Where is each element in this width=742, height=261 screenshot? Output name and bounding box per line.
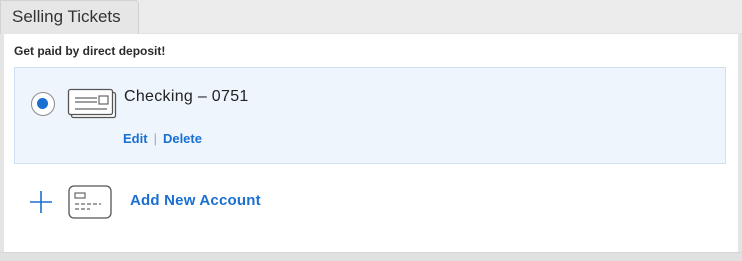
account-card[interactable]: Checking – 0751 Edit | Delete bbox=[14, 67, 726, 164]
section-subtitle: Get paid by direct deposit! bbox=[14, 44, 166, 58]
payout-panel: Get paid by direct deposit! Checking – 0… bbox=[4, 34, 738, 252]
account-actions: Edit | Delete bbox=[123, 131, 202, 146]
delete-link[interactable]: Delete bbox=[163, 131, 202, 146]
card-icon bbox=[68, 185, 112, 224]
plus-icon[interactable] bbox=[29, 190, 53, 219]
account-name: Checking – 0751 bbox=[124, 88, 249, 105]
add-new-account-link[interactable]: Add New Account bbox=[130, 192, 261, 209]
tab-selling-tickets[interactable]: Selling Tickets bbox=[0, 0, 139, 34]
check-icon bbox=[67, 88, 117, 125]
bottom-strip bbox=[0, 252, 742, 261]
account-radio-button[interactable] bbox=[31, 92, 55, 116]
edit-link[interactable]: Edit bbox=[123, 131, 148, 146]
radio-selected-dot bbox=[37, 98, 48, 109]
action-separator: | bbox=[153, 131, 157, 146]
